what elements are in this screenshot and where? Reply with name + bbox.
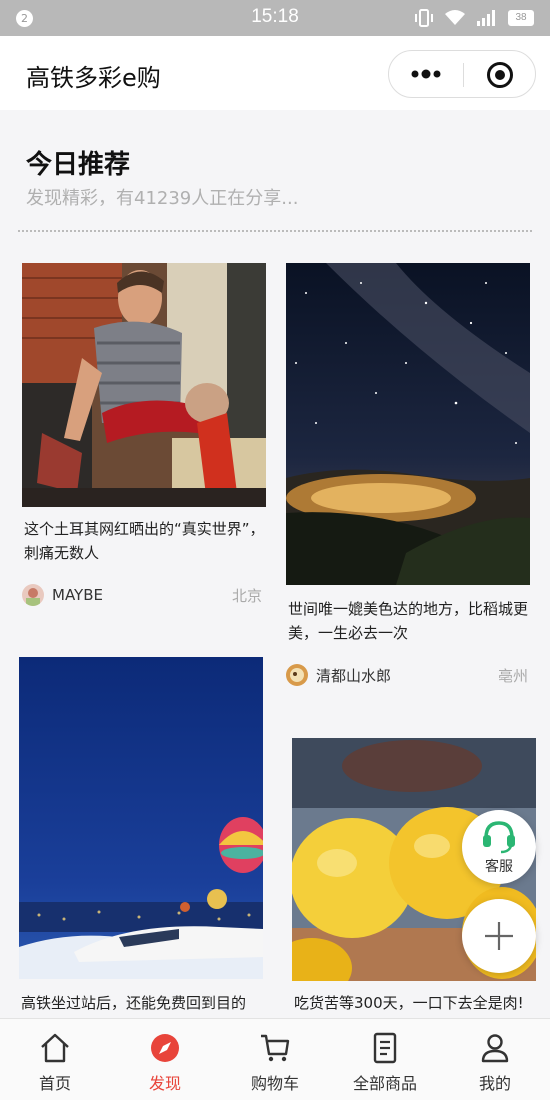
tab-mine[interactable]: 我的 xyxy=(440,1019,550,1100)
target-icon xyxy=(487,62,513,88)
more-dots-icon xyxy=(411,69,441,79)
discover-feed[interactable]: 今日推荐 发现精彩，有41239人正在分享... 这个土耳其网红晒出的“真实世界… xyxy=(0,110,550,1018)
user-icon xyxy=(481,1034,509,1063)
app-title: 高铁多彩e购 xyxy=(26,64,161,92)
bottom-tab-bar: 首页 发现 购物车 全部商品 我的 xyxy=(0,1018,550,1100)
customer-service-label: 客服 xyxy=(485,859,513,875)
tab-discover[interactable]: 发现 xyxy=(110,1019,220,1100)
mini-program-capsule xyxy=(388,50,536,98)
tab-cart[interactable]: 购物车 xyxy=(220,1019,330,1100)
headset-icon xyxy=(483,821,515,854)
tab-label: 我的 xyxy=(478,1074,511,1093)
author-name: 清都山水郎 xyxy=(316,666,392,685)
article-image xyxy=(19,657,263,979)
tab-all-products[interactable]: 全部商品 xyxy=(330,1019,440,1100)
app-header: 高铁多彩e购 xyxy=(0,36,550,110)
article-title: 吃货苦等300天，一口下去全是肉! xyxy=(294,994,524,1012)
plus-icon xyxy=(485,922,513,950)
article-title: 这个土耳其网红晒出的“真实世界”，刺痛无数人 xyxy=(24,520,265,562)
article-card[interactable]: 高铁坐过站后，还能免费回到目的 xyxy=(19,657,263,1018)
vibrate-icon xyxy=(415,9,433,27)
tab-label: 首页 xyxy=(38,1074,71,1093)
tab-home[interactable]: 首页 xyxy=(0,1019,110,1100)
divider xyxy=(18,230,532,232)
wifi-icon xyxy=(445,10,465,25)
list-document-icon xyxy=(373,1032,397,1064)
section-subtitle: 发现精彩，有41239人正在分享... xyxy=(26,188,299,209)
article-image xyxy=(286,263,530,585)
cart-icon xyxy=(261,1034,290,1062)
more-button[interactable] xyxy=(389,51,463,97)
article-card[interactable]: 这个土耳其网红晒出的“真实世界”，刺痛无数人 MAYBE 北京 xyxy=(22,263,266,618)
article-title: 高铁坐过站后，还能免费回到目的 xyxy=(21,994,247,1012)
author-name: MAYBE xyxy=(52,586,103,604)
battery-icon: 38 xyxy=(508,10,534,26)
article-author: MAYBE xyxy=(22,584,103,606)
avatar xyxy=(22,584,44,606)
article-card[interactable]: 世间唯一媲美色达的地方，比稻城更美，一生必去一次 清都山水郎 亳州 xyxy=(286,263,530,693)
section-title: 今日推荐 xyxy=(26,150,131,180)
status-bar: 2 15:18 38 xyxy=(0,0,550,36)
home-icon xyxy=(41,1033,69,1063)
article-author: 清都山水郎 xyxy=(286,664,391,686)
article-location: 北京 xyxy=(231,587,262,605)
close-button[interactable] xyxy=(464,51,536,97)
article-location: 亳州 xyxy=(497,667,528,685)
tab-label: 发现 xyxy=(148,1074,181,1093)
status-icons: 38 xyxy=(414,8,534,28)
compass-icon xyxy=(151,1034,179,1062)
signal-icon xyxy=(477,10,495,26)
add-post-button[interactable] xyxy=(462,899,536,973)
customer-service-button[interactable]: 客服 xyxy=(462,810,536,884)
tab-label: 全部商品 xyxy=(352,1074,417,1093)
avatar xyxy=(286,664,308,686)
article-image xyxy=(22,263,266,507)
tab-label: 购物车 xyxy=(250,1074,299,1093)
article-title: 世间唯一媲美色达的地方，比稻城更美，一生必去一次 xyxy=(288,600,529,642)
